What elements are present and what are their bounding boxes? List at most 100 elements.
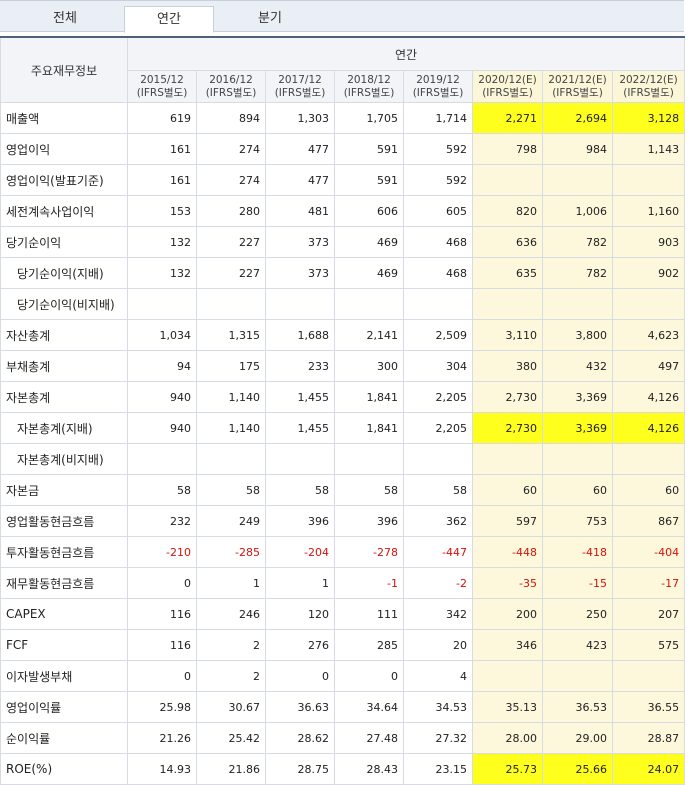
table-cell: 27.48 (334, 722, 404, 754)
table-cell: 2,205 (403, 381, 473, 413)
table-cell (127, 288, 197, 320)
table-cell: 4 (403, 660, 473, 692)
row-label[interactable]: 영업이익(발표기준) (0, 164, 128, 196)
table-cell: 132 (127, 257, 197, 289)
column-basis: (IFRS별도) (274, 86, 326, 99)
row-label[interactable]: 매출액 (0, 102, 128, 134)
table-cell: 1,841 (334, 381, 404, 413)
table-cell: 175 (196, 350, 266, 382)
table-cell: 984 (542, 133, 613, 165)
column-basis: (IFRS별도) (482, 86, 533, 99)
table-cell: 60 (472, 474, 543, 506)
table-cell: 342 (403, 598, 473, 630)
table-cell (611, 164, 686, 196)
table-row: 당기순이익 132 227 373 469 468 636 782 903 (0, 226, 686, 258)
table-cell: 4,623 (611, 319, 686, 351)
column-header-0: 2015/12 (IFRS별도) (127, 70, 197, 103)
table-cell: 2,271 (472, 102, 543, 134)
table-cell: 274 (196, 164, 266, 196)
column-year: 2020/12(E) (478, 73, 537, 86)
row-label[interactable]: CAPEX (0, 598, 128, 630)
table-cell: 1 (265, 567, 335, 599)
table-row: FCF 116 2 276 285 20 346 423 575 (0, 629, 686, 661)
table-cell: 30.67 (196, 691, 266, 723)
column-year: 2022/12(E) (619, 73, 678, 86)
financial-table: 주요재무정보 연간 2015/12 (IFRS별도) 2016/12 (IFRS별도)… (0, 36, 686, 785)
table-cell: 27.32 (403, 722, 473, 754)
row-label[interactable]: 이자발생부채 (0, 660, 128, 692)
tab-quarterly[interactable]: 분기 (222, 6, 318, 33)
table-cell: 1,688 (265, 319, 335, 351)
table-cell: 132 (127, 226, 197, 258)
row-label[interactable]: 자산총계 (0, 319, 128, 351)
table-body: 매출액 619 894 1,303 1,705 1,714 2,271 2,694 3,128 영… (0, 102, 686, 785)
row-label[interactable]: 자본금 (0, 474, 128, 506)
table-cell: 432 (542, 350, 613, 382)
row-label[interactable]: 영업이익률 (0, 691, 128, 723)
tab-all[interactable]: 전체 (10, 6, 120, 33)
row-label[interactable]: 당기순이익(비지배) (0, 288, 128, 320)
table-cell: 58 (334, 474, 404, 506)
tab-annual[interactable]: 연간 (124, 6, 214, 33)
table-row: 이자발생부채 0 2 0 0 4 (0, 660, 686, 692)
row-label[interactable]: 당기순이익 (0, 226, 128, 258)
table-cell: 28.75 (265, 753, 335, 785)
table-cell: -448 (472, 536, 543, 568)
table-cell: 14.93 (127, 753, 197, 785)
table-cell: 2,205 (403, 412, 473, 444)
table-cell: 233 (265, 350, 335, 382)
table-cell: 29.00 (542, 722, 613, 754)
column-header-4: 2019/12 (IFRS별도) (403, 70, 473, 103)
table-cell: 60 (611, 474, 686, 506)
row-label[interactable]: FCF (0, 629, 128, 661)
table-cell: 753 (542, 505, 613, 537)
table-cell: 2,694 (542, 102, 613, 134)
table-cell (403, 443, 473, 475)
table-cell: 373 (265, 257, 335, 289)
row-label[interactable]: 투자활동현금흐름 (0, 536, 128, 568)
table-cell: 468 (403, 226, 473, 258)
table-cell: 619 (127, 102, 197, 134)
row-label[interactable]: 영업이익 (0, 133, 128, 165)
table-cell: 1,006 (542, 195, 613, 227)
table-cell: 227 (196, 226, 266, 258)
table-cell: 24.07 (611, 753, 686, 785)
table-cell: 58 (127, 474, 197, 506)
table-cell: 28.62 (265, 722, 335, 754)
column-basis: (IFRS별도) (343, 86, 395, 99)
row-label[interactable]: 당기순이익(지배) (0, 257, 128, 289)
table-cell: 21.86 (196, 753, 266, 785)
column-year: 2016/12 (209, 73, 253, 86)
table-cell: 58 (403, 474, 473, 506)
table-row: ROE(%) 14.93 21.86 28.75 28.43 23.15 25.73 25.6… (0, 753, 686, 785)
table-cell: 36.53 (542, 691, 613, 723)
table-cell (611, 288, 686, 320)
row-label[interactable]: 영업활동현금흐름 (0, 505, 128, 537)
table-cell: -404 (611, 536, 686, 568)
row-label[interactable]: 순이익률 (0, 722, 128, 754)
table-cell: 1,705 (334, 102, 404, 134)
table-cell: 477 (265, 133, 335, 165)
table-cell: 2,730 (472, 412, 543, 444)
row-label[interactable]: 자본총계(지배) (0, 412, 128, 444)
table-cell: 396 (334, 505, 404, 537)
table-cell: 481 (265, 195, 335, 227)
table-cell: 111 (334, 598, 404, 630)
row-label[interactable]: 부채총계 (0, 350, 128, 382)
table-cell: 591 (334, 164, 404, 196)
table-cell: 820 (472, 195, 543, 227)
table-cell: 207 (611, 598, 686, 630)
table-row: 투자활동현금흐름 -210 -285 -204 -278 -447 -448 -418 -404 (0, 536, 686, 568)
table-cell (196, 443, 266, 475)
table-cell: 597 (472, 505, 543, 537)
table-cell (472, 443, 543, 475)
row-label[interactable]: 자본총계 (0, 381, 128, 413)
row-label[interactable]: 자본총계(비지배) (0, 443, 128, 475)
table-cell: -204 (265, 536, 335, 568)
row-label[interactable]: ROE(%) (0, 753, 128, 785)
row-label[interactable]: 세전계속사업이익 (0, 195, 128, 227)
table-cell (542, 288, 613, 320)
column-basis: (IFRS별도) (623, 86, 674, 99)
row-label[interactable]: 재무활동현금흐름 (0, 567, 128, 599)
table-cell: 0 (334, 660, 404, 692)
